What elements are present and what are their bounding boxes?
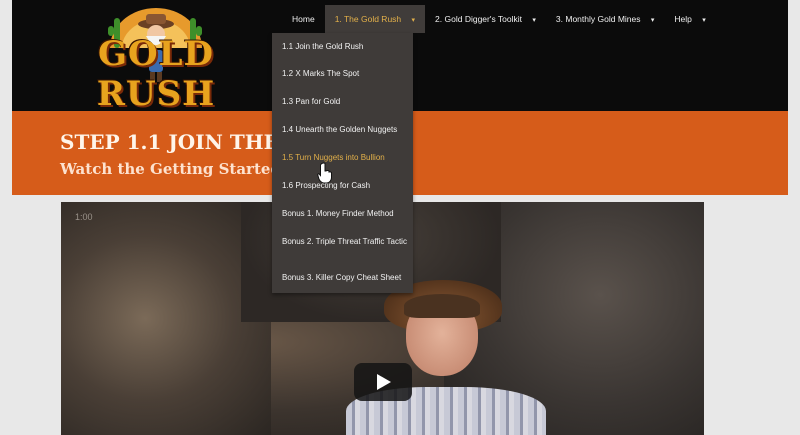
hand-cursor-icon <box>317 162 332 184</box>
presenter-hair <box>404 294 480 318</box>
cave-background <box>61 202 271 435</box>
chevron-down-icon: ▾ <box>702 17 706 24</box>
menu-item-killer-copy-cheat-sheet[interactable]: Bonus 3. Killer Copy Cheat Sheet <box>282 273 407 283</box>
nav-the-gold-rush[interactable]: 1. The Gold Rush ▾ <box>324 5 426 33</box>
nav-the-gold-rush-label: 1. The Gold Rush <box>334 14 402 24</box>
menu-item-money-finder-method[interactable]: Bonus 1. Money Finder Method <box>282 209 407 219</box>
menu-item-pan-for-gold[interactable]: 1.3 Pan for Gold <box>282 97 407 107</box>
logo-text: GOLD RUSH <box>96 34 216 114</box>
chevron-down-icon: ▾ <box>650 17 655 24</box>
chevron-down-icon: ▾ <box>411 17 416 24</box>
nav-monthly-gold-mines-label: 3. Monthly Gold Mines <box>555 14 641 24</box>
chevron-down-icon: ▾ <box>532 17 536 24</box>
nav-home[interactable]: Home <box>282 5 325 33</box>
nav-help-label: Help <box>674 14 692 24</box>
nav-home-label: Home <box>292 14 315 24</box>
menu-item-prospecting-for-cash[interactable]: 1.6 Prospecting for Cash <box>282 181 407 191</box>
nav-help[interactable]: Help ▾ <box>664 5 715 33</box>
menu-item-x-marks-the-spot[interactable]: 1.2 X Marks The Spot <box>282 69 407 79</box>
menu-item-join-the-gold-rush[interactable]: 1.1 Join the Gold Rush <box>282 42 407 52</box>
gold-rush-dropdown-menu: 1.1 Join the Gold Rush 1.2 X Marks The S… <box>272 33 413 293</box>
nav-monthly-gold-mines[interactable]: 3. Monthly Gold Mines ▾ <box>546 5 664 33</box>
nav-gold-diggers-toolkit-label: 2. Gold Digger's Toolkit <box>435 14 523 24</box>
nav-gold-diggers-toolkit[interactable]: 2. Gold Digger's Toolkit ▾ <box>425 5 546 33</box>
play-icon[interactable] <box>354 363 412 401</box>
menu-item-turn-nuggets-into-bullion[interactable]: 1.5 Turn Nuggets into Bullion <box>282 153 407 163</box>
menu-item-unearth-golden-nuggets[interactable]: 1.4 Unearth the Golden Nuggets <box>282 125 407 135</box>
main-nav: Home 1. The Gold Rush ▾ 2. Gold Digger's… <box>282 5 716 33</box>
gold-rush-logo[interactable]: GOLD RUSH <box>70 8 242 114</box>
video-timestamp: 1:00 <box>75 212 93 222</box>
menu-item-triple-threat-traffic-tactic[interactable]: Bonus 2. Triple Threat Traffic Tactic <box>282 237 407 247</box>
